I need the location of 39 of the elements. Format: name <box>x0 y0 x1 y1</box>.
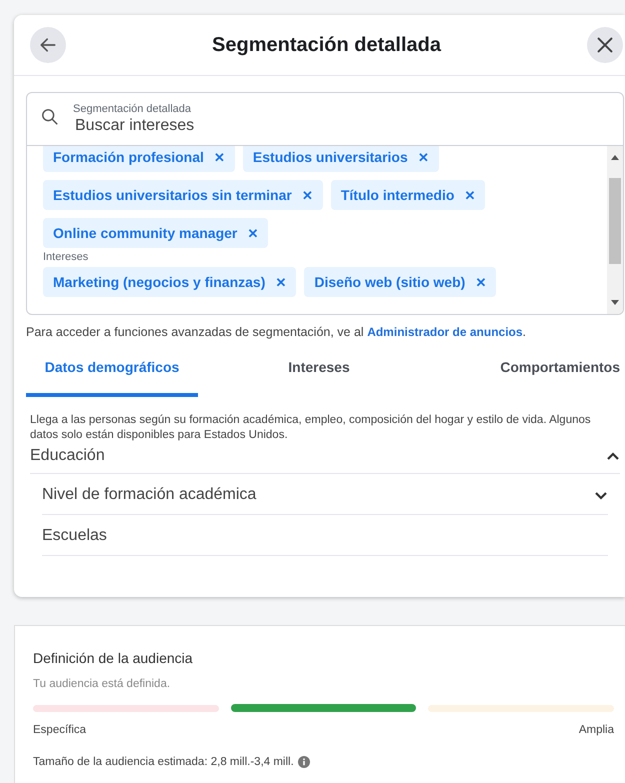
category-tab[interactable]: Datos demográficos <box>26 347 198 397</box>
subcategory-label: Escuelas <box>42 527 107 545</box>
scroll-up-icon[interactable] <box>611 154 619 160</box>
remove-button[interactable]: ✕ <box>418 150 429 164</box>
remove-button[interactable]: ✕ <box>247 226 258 240</box>
interest-tag: Formación profesional ✕ <box>43 146 235 172</box>
description-text: Llega a las personas según su formación académica, empleo, composición del hogar y estilo de vida. Algunos datos solo están disponibles para Estados Unidos. <box>30 413 592 443</box>
back-button[interactable] <box>30 27 66 63</box>
audience-estimate: Tamaño de la audiencia estimada: 2,8 mill.-3,4 mill. <box>33 756 294 768</box>
audience-status: Tu audiencia está definida. <box>33 678 172 690</box>
interest-tag: Marketing (negocios y finanzas) ✕ <box>43 267 296 297</box>
high-label: Amplia <box>578 724 614 736</box>
remove-button[interactable]: ✕ <box>302 188 313 202</box>
interest-tag: Diseño web (sitio web) ✕ <box>304 267 496 297</box>
remove-button[interactable]: ✕ <box>475 274 486 290</box>
remove-button[interactable]: ✕ <box>214 150 225 164</box>
info-icon[interactable] <box>298 756 310 768</box>
audience-title: Definición de la audiencia <box>33 650 194 666</box>
remove-button[interactable]: ✕ <box>464 188 476 202</box>
notice-text: Para acceder a funciones avanzadas de segmentación, ve al Administrador de anuncios. <box>26 325 528 339</box>
ads-manager-link[interactable]: Administrador de anuncios <box>367 325 523 339</box>
category-tab[interactable]: Intereses <box>198 347 440 397</box>
search-field[interactable]: Buscar intereses <box>73 115 555 135</box>
scroll-down-icon[interactable] <box>611 300 619 306</box>
interest-tag: Título intermedio ✕ <box>330 180 486 210</box>
scrollbar[interactable] <box>607 146 623 314</box>
low-label: Específica <box>33 724 86 736</box>
interest-tag: Online community manager ✕ <box>43 218 268 248</box>
subcategory-label: Nivel de formación académica <box>42 486 256 504</box>
close-button[interactable] <box>587 27 623 63</box>
remove-button[interactable]: ✕ <box>275 274 286 290</box>
interest-tag: Estudios universitarios sin terminar ✕ <box>43 180 323 210</box>
field-label: Segmentación detallada <box>73 103 192 115</box>
category-tab[interactable]: Comportamientos <box>440 347 620 397</box>
interest-tag: Estudios universitarios ✕ <box>242 146 439 172</box>
group-label: Intereses <box>43 251 90 263</box>
search-icon <box>41 108 59 126</box>
category-heading: Educación <box>30 447 105 465</box>
dialog-title: Segmentación detallada <box>211 34 442 56</box>
